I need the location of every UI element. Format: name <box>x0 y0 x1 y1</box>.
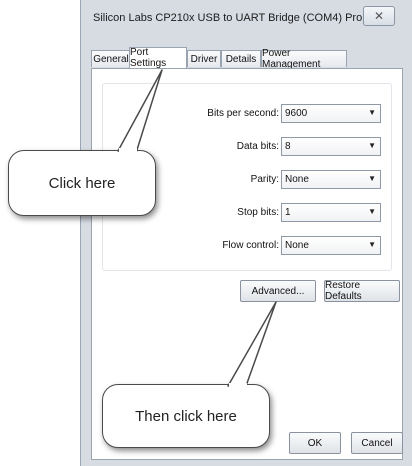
parity-value: None <box>285 174 309 185</box>
setting-row-flow-control: Flow control: None ▼ <box>103 236 393 258</box>
tab-port-settings[interactable]: Port Settings <box>129 47 187 69</box>
data-bits-label: Data bits: <box>236 141 279 152</box>
then-click-here-callout: Then click here <box>102 384 270 448</box>
parity-label: Parity: <box>250 174 279 185</box>
tab-label: Details <box>225 53 257 65</box>
chevron-down-icon: ▼ <box>368 141 376 150</box>
tab-driver[interactable]: Driver <box>187 50 221 67</box>
tab-details[interactable]: Details <box>221 50 261 67</box>
ok-button[interactable]: OK <box>289 432 341 454</box>
close-button[interactable]: ✕ <box>363 6 395 26</box>
click-here-callout: Click here <box>8 150 156 216</box>
data-bits-select[interactable]: 8 ▼ <box>281 137 381 156</box>
stop-bits-value: 1 <box>285 207 291 218</box>
setting-row-bits-per-second: Bits per second: 9600 ▼ <box>103 104 393 126</box>
advanced-button[interactable]: Advanced... <box>240 280 316 302</box>
bits-per-second-label: Bits per second: <box>207 108 279 119</box>
tab-label: Power Management <box>262 48 321 70</box>
bits-per-second-value: 9600 <box>285 108 308 119</box>
flow-control-select[interactable]: None ▼ <box>281 236 381 255</box>
tab-power-management[interactable]: Power Management <box>261 48 347 70</box>
flow-control-label: Flow control: <box>222 240 279 251</box>
bits-per-second-select[interactable]: 9600 ▼ <box>281 104 381 123</box>
chevron-down-icon: ▼ <box>368 207 376 216</box>
tab-general[interactable]: General <box>91 50 131 67</box>
tab-label: Port Settings <box>130 47 167 69</box>
chevron-down-icon: ▼ <box>368 174 376 183</box>
chevron-down-icon: ▼ <box>368 108 376 117</box>
parity-select[interactable]: None ▼ <box>281 170 381 189</box>
cancel-button[interactable]: Cancel <box>351 432 403 454</box>
close-icon: ✕ <box>373 9 385 23</box>
flow-control-value: None <box>285 240 309 251</box>
stop-bits-label: Stop bits: <box>237 207 279 218</box>
restore-defaults-button[interactable]: Restore Defaults <box>324 280 400 302</box>
tab-label: Driver <box>190 53 218 65</box>
stop-bits-select[interactable]: 1 ▼ <box>281 203 381 222</box>
data-bits-value: 8 <box>285 141 291 152</box>
window-title: Silicon Labs CP210x USB to UART Bridge (… <box>93 12 396 24</box>
tab-label: General <box>93 53 129 65</box>
chevron-down-icon: ▼ <box>368 240 376 249</box>
